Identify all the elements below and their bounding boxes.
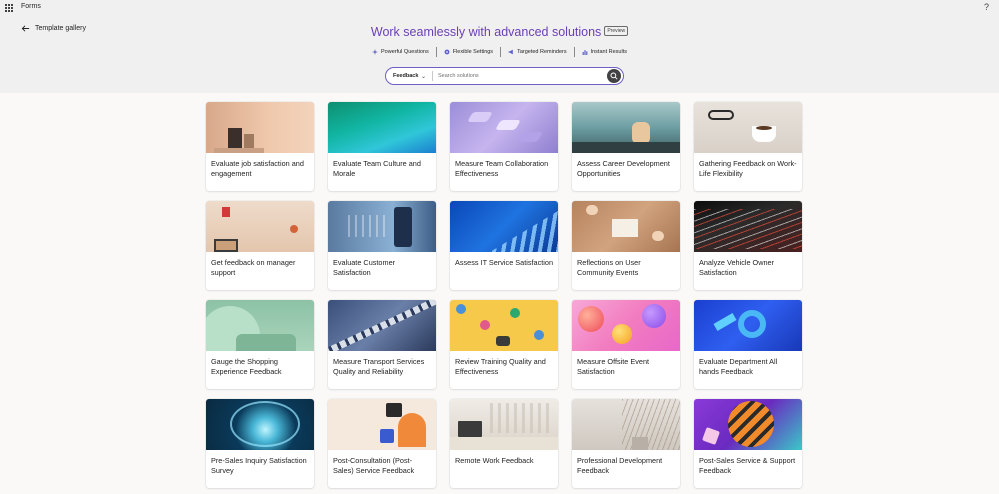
template-thumbnail	[206, 399, 314, 450]
template-title: Reflections on User Community Events	[577, 258, 641, 277]
template-thumbnail	[572, 300, 680, 351]
template-card[interactable]: Evaluate Team Culture and Morale	[328, 102, 436, 191]
megaphone-icon	[508, 49, 513, 55]
template-card[interactable]: Measure Offsite Event Satisfaction	[572, 300, 680, 389]
template-card[interactable]: Evaluate Department All hands Feedback	[694, 300, 802, 389]
category-dropdown-value: Feedback	[393, 73, 419, 79]
page-title: Work seamlessly with advanced solutions P…	[0, 25, 999, 39]
feature-instant-results: Instant Results	[575, 49, 634, 55]
template-title: Gathering Feedback on Work-Life Flexibil…	[699, 159, 797, 178]
search-input[interactable]: Search solutions	[433, 73, 607, 79]
template-title: Analyze Vehicle Owner Satisfaction	[699, 258, 775, 277]
template-title: Assess IT Service Satisfaction	[455, 258, 554, 267]
template-thumbnail	[206, 201, 314, 252]
sparkle-icon	[372, 49, 378, 55]
template-grid: Evaluate job satisfaction and engagement…	[206, 102, 802, 488]
template-card[interactable]: Gauge the Shopping Experience Feedback	[206, 300, 314, 389]
template-title: Get feedback on manager support	[211, 258, 296, 277]
page-title-text: Work seamlessly with advanced solutions	[370, 25, 602, 39]
template-header: Template gallery Work seamlessly with ad…	[0, 16, 999, 93]
template-title: Evaluate Customer Satisfaction	[333, 258, 396, 277]
template-card[interactable]: Gathering Feedback on Work-Life Flexibil…	[694, 102, 802, 191]
feature-label: Flexible Settings	[452, 49, 494, 55]
template-thumbnail	[328, 399, 436, 450]
template-title: Remote Work Feedback	[455, 456, 534, 465]
template-thumbnail	[206, 102, 314, 153]
template-card[interactable]: Measure Transport Services Quality and R…	[328, 300, 436, 389]
template-thumbnail	[328, 102, 436, 153]
template-card[interactable]: Post-Sales Service & Support Feedback	[694, 399, 802, 488]
template-card[interactable]: Evaluate Customer Satisfaction	[328, 201, 436, 290]
feature-label: Powerful Questions	[381, 49, 429, 55]
template-title: Measure Transport Services Quality and R…	[333, 357, 425, 376]
feature-label: Instant Results	[590, 49, 627, 55]
template-thumbnail	[450, 300, 558, 351]
template-card[interactable]: Pre-Sales Inquiry Satisfaction Survey	[206, 399, 314, 488]
chevron-down-icon: ⌄	[420, 73, 426, 80]
template-title: Professional Development Feedback	[577, 456, 663, 475]
template-thumbnail	[694, 201, 802, 252]
template-thumbnail	[328, 201, 436, 252]
bar-chart-icon	[582, 50, 587, 55]
template-title: Evaluate Department All hands Feedback	[699, 357, 778, 376]
search-bar: Feedback ⌄ Search solutions	[385, 67, 624, 85]
feature-list: Powerful Questions Flexible Settings Tar…	[0, 47, 999, 57]
template-card[interactable]: Reflections on User Community Events	[572, 201, 680, 290]
template-thumbnail	[328, 300, 436, 351]
template-thumbnail	[572, 102, 680, 153]
template-card[interactable]: Post-Consultation (Post-Sales) Service F…	[328, 399, 436, 488]
template-thumbnail	[450, 102, 558, 153]
app-name[interactable]: Forms	[21, 3, 41, 10]
template-title: Post-Sales Service & Support Feedback	[699, 456, 796, 475]
template-card[interactable]: Get feedback on manager support	[206, 201, 314, 290]
template-thumbnail	[450, 201, 558, 252]
gear-icon	[444, 49, 450, 55]
template-card[interactable]: Measure Team Collaboration Effectiveness	[450, 102, 558, 191]
category-dropdown[interactable]: Feedback ⌄	[386, 71, 433, 81]
help-icon[interactable]: ?	[984, 2, 989, 12]
feature-label: Targeted Reminders	[517, 49, 567, 55]
feature-powerful-questions: Powerful Questions	[365, 49, 436, 55]
template-title: Pre-Sales Inquiry Satisfaction Survey	[211, 456, 307, 475]
app-launcher-icon[interactable]	[5, 4, 13, 12]
template-thumbnail	[694, 102, 802, 153]
search-button[interactable]	[607, 69, 621, 83]
search-icon	[610, 72, 618, 80]
feature-flexible-settings: Flexible Settings	[437, 49, 500, 55]
template-title: Evaluate Team Culture and Morale	[333, 159, 421, 178]
template-card[interactable]: Remote Work Feedback	[450, 399, 558, 488]
template-card[interactable]: Evaluate job satisfaction and engagement	[206, 102, 314, 191]
app-bar: Forms ?	[0, 0, 999, 16]
template-thumbnail	[694, 300, 802, 351]
template-thumbnail	[206, 300, 314, 351]
template-title: Post-Consultation (Post-Sales) Service F…	[333, 456, 415, 475]
template-title: Gauge the Shopping Experience Feedback	[211, 357, 282, 376]
template-title: Assess Career Development Opportunities	[577, 159, 670, 178]
template-title: Evaluate job satisfaction and engagement	[211, 159, 304, 178]
template-title: Measure Offsite Event Satisfaction	[577, 357, 650, 376]
template-title: Measure Team Collaboration Effectiveness	[455, 159, 549, 178]
template-card[interactable]: Analyze Vehicle Owner Satisfaction	[694, 201, 802, 290]
template-card[interactable]: Professional Development Feedback	[572, 399, 680, 488]
template-thumbnail	[450, 399, 558, 450]
template-thumbnail	[572, 201, 680, 252]
preview-badge: Preview	[604, 25, 629, 36]
template-thumbnail	[694, 399, 802, 450]
template-card[interactable]: Assess IT Service Satisfaction	[450, 201, 558, 290]
template-card[interactable]: Review Training Quality and Effectivenes…	[450, 300, 558, 389]
feature-targeted-reminders: Targeted Reminders	[501, 49, 574, 55]
template-card[interactable]: Assess Career Development Opportunities	[572, 102, 680, 191]
template-thumbnail	[572, 399, 680, 450]
template-title: Review Training Quality and Effectivenes…	[455, 357, 546, 376]
